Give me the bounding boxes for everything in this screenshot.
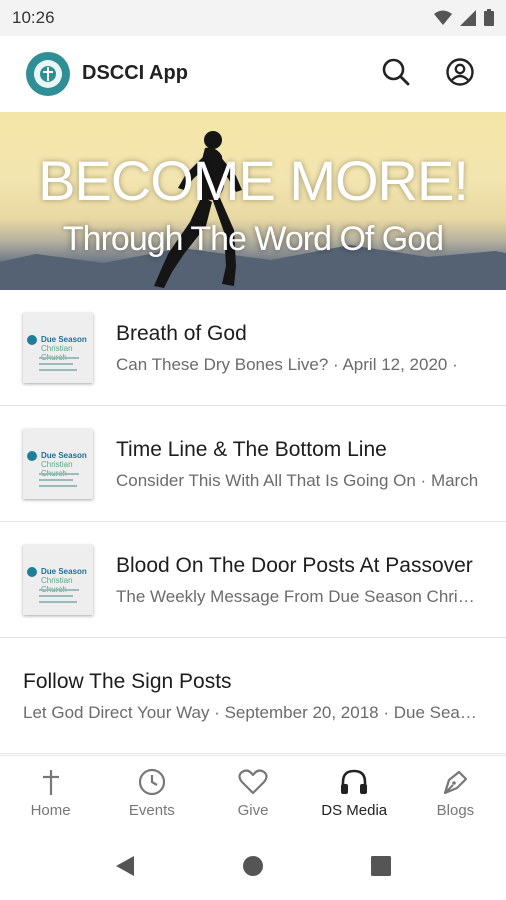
recents-icon[interactable]: [370, 855, 392, 877]
clock-icon: [138, 768, 165, 796]
list-item[interactable]: Follow The Sign Posts Let God Direct You…: [0, 638, 506, 754]
battery-icon: [484, 9, 494, 26]
thumbnail-brand-sub: Christian Church: [41, 460, 73, 478]
status-icons: [434, 9, 494, 26]
nav-label: Give: [237, 802, 269, 819]
list-item[interactable]: Due SeasonChristian Church Blood On The …: [0, 522, 506, 638]
thumbnail-brand: Due Season: [41, 335, 87, 344]
list-item-subtitle: Consider This With All That Is Going On …: [116, 471, 479, 490]
status-bar: 10:26: [0, 0, 506, 36]
account-button[interactable]: [444, 56, 476, 88]
nav-label: Blogs: [436, 802, 475, 819]
nav-item-events[interactable]: Events: [101, 756, 202, 834]
nav-label: DS Media: [321, 802, 388, 819]
thumbnail-brand: Due Season: [41, 451, 87, 460]
signal-icon: [460, 9, 476, 26]
nav-item-ds-media[interactable]: DS Media: [304, 756, 405, 834]
list-item[interactable]: Due SeasonChristian Church Breath of God…: [0, 290, 506, 406]
nav-item-blogs[interactable]: Blogs: [405, 756, 506, 834]
list-item-title: Blood On The Door Posts At Passover: [116, 554, 473, 577]
nav-item-give[interactable]: Give: [202, 756, 303, 834]
nav-item-home[interactable]: Home: [0, 756, 101, 834]
pen-nib-icon: [444, 770, 468, 795]
search-icon: [382, 58, 410, 86]
list-item[interactable]: Due SeasonChristian Church Time Line & T…: [0, 406, 506, 522]
list-item-title: Follow The Sign Posts: [23, 670, 232, 693]
thumbnail-brand-sub: Christian Church: [41, 344, 73, 362]
headphones-icon: [341, 769, 368, 794]
list-item-title: Time Line & The Bottom Line: [116, 438, 387, 461]
cross-icon: [42, 770, 59, 795]
list-item-subtitle: Can These Dry Bones Live? · April 12, 20…: [116, 355, 458, 374]
list-item-subtitle: Let God Direct Your Way · September 20, …: [23, 703, 483, 722]
hero-subtitle: Through The Word Of God: [62, 220, 444, 258]
thumbnail-brand: Due Season: [41, 567, 87, 576]
sermon-thumbnail: Due SeasonChristian Church: [23, 429, 93, 499]
back-icon[interactable]: [114, 855, 136, 877]
hero-banner[interactable]: BECOME MORE! Through The Word Of God: [0, 112, 506, 290]
app-bar: DSCCI App: [0, 36, 506, 112]
wifi-icon: [434, 10, 452, 25]
list-item-subtitle: The Weekly Message From Due Season Chris…: [116, 587, 481, 606]
list-item-title: Breath of God: [116, 322, 247, 345]
system-nav-bar: [0, 833, 506, 900]
account-icon: [446, 58, 474, 86]
bottom-nav: Home Events Give DS Media Blogs: [0, 755, 506, 834]
app-logo: [26, 52, 70, 96]
media-list: Due SeasonChristian Church Breath of God…: [0, 290, 506, 754]
heart-icon: [238, 769, 268, 795]
status-time: 10:26: [12, 8, 55, 27]
nav-label: Home: [30, 802, 71, 819]
sermon-thumbnail: Due SeasonChristian Church: [23, 313, 93, 383]
app-title: DSCCI App: [82, 62, 188, 84]
home-icon[interactable]: [242, 855, 264, 877]
search-button[interactable]: [380, 56, 412, 88]
hero-title: BECOME MORE!: [38, 149, 469, 212]
sermon-thumbnail: Due SeasonChristian Church: [23, 545, 93, 615]
nav-label: Events: [128, 802, 175, 819]
thumbnail-brand-sub: Christian Church: [41, 576, 73, 594]
